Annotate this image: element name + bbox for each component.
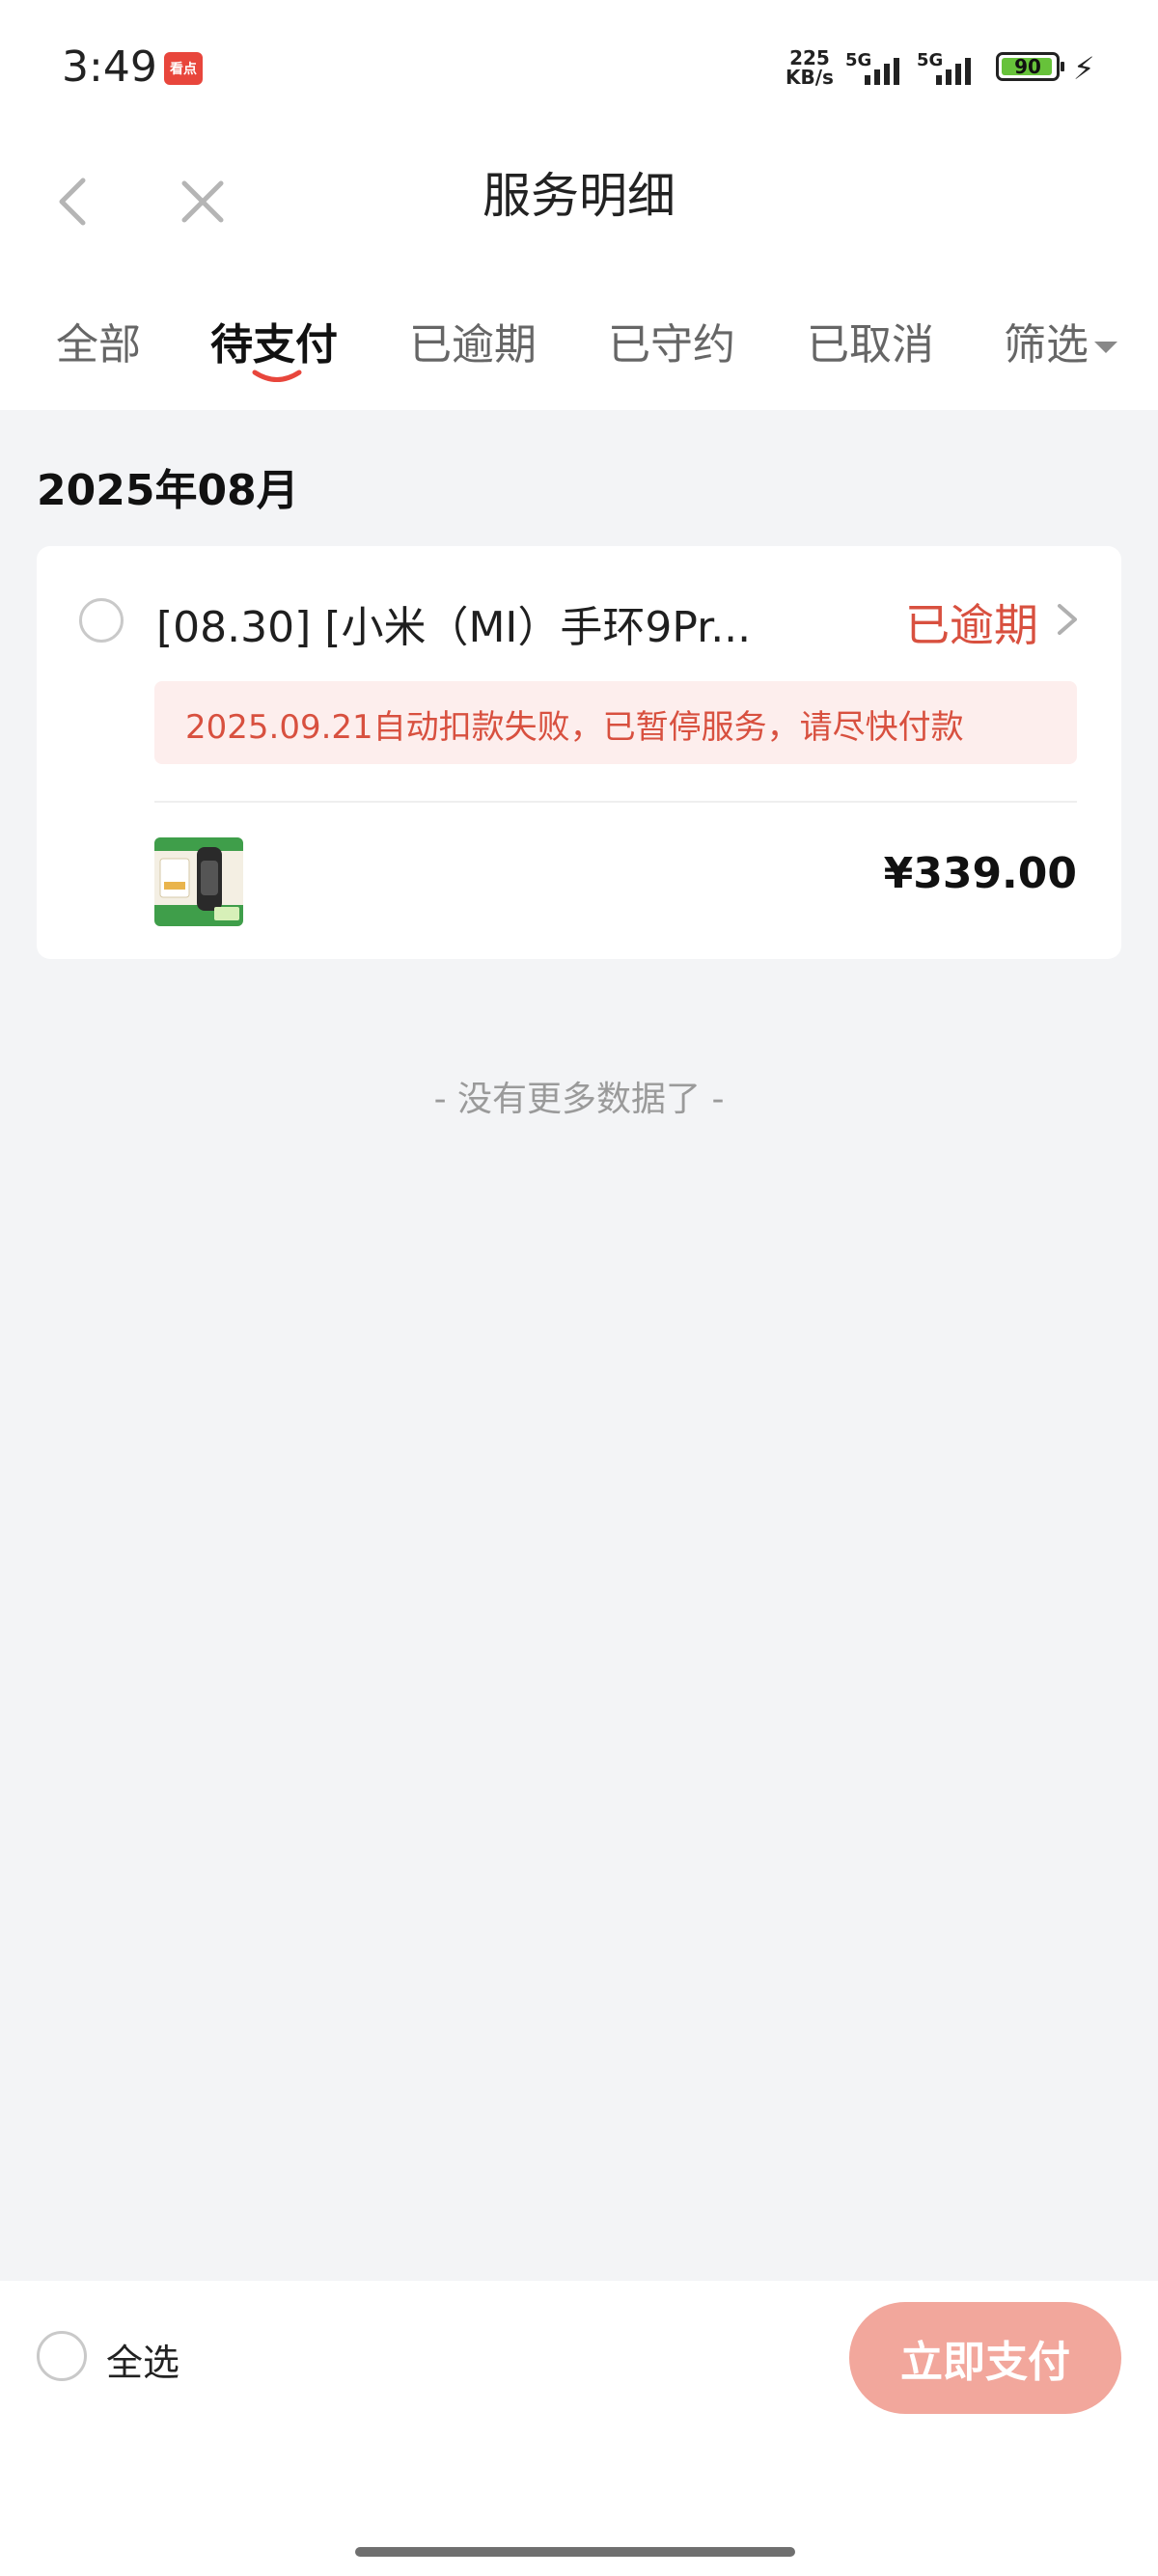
order-select-radio[interactable] xyxy=(79,598,124,643)
signal-strength-icon: 5G xyxy=(917,50,986,85)
order-title: [08.30] [小米（MI）手环9Pr... xyxy=(156,603,752,652)
alert-message: 2025.09.21自动扣款失败，已暂停服务，请尽快付款 xyxy=(185,708,964,747)
list-end-text: - 没有更多数据了 - xyxy=(433,1080,725,1119)
network-speed-value: 225 xyxy=(789,46,830,69)
app-notification-icon: 看点 xyxy=(164,52,203,85)
nav-header: 服务明细 xyxy=(0,140,1158,275)
page-title: 服务明细 xyxy=(482,168,676,224)
network-speed: 225 KB/s xyxy=(786,48,834,87)
home-indicator[interactable] xyxy=(355,2547,795,2557)
filter-button[interactable]: 筛选 xyxy=(1004,310,1117,371)
status-time: 3:49 xyxy=(62,42,157,92)
payment-failure-alert: 2025.09.21自动扣款失败，已暂停服务，请尽快付款 xyxy=(154,681,1077,764)
divider xyxy=(154,801,1077,803)
chevron-right-icon[interactable] xyxy=(1050,602,1085,637)
select-all-label[interactable]: 全选 xyxy=(106,2333,179,2386)
active-tab-indicator xyxy=(252,370,302,382)
tab-cancelled[interactable]: 已取消 xyxy=(807,310,934,371)
smart-band-image-icon xyxy=(154,837,243,926)
product-thumbnail[interactable] xyxy=(154,837,243,926)
filter-label: 筛选 xyxy=(1004,320,1089,370)
select-all-radio[interactable] xyxy=(37,2331,87,2381)
tab-all[interactable]: 全部 xyxy=(56,310,141,371)
tab-overdue[interactable]: 已逾期 xyxy=(409,310,537,371)
battery-icon: 90 xyxy=(996,52,1064,81)
status-tabs: 全部 待支付 已逾期 已守约 已取消 筛选 xyxy=(0,275,1158,410)
order-price: ¥339.00 xyxy=(883,849,1077,898)
order-card[interactable]: [08.30] [小米（MI）手环9Pr... 已逾期 2025.09.21自动… xyxy=(37,546,1121,959)
battery-level: 90 xyxy=(1014,55,1041,78)
charging-icon: ⚡ xyxy=(1073,50,1095,87)
bottom-action-bar: 全选 立即支付 xyxy=(0,2281,1158,2576)
caret-down-icon xyxy=(1094,342,1117,353)
signal-strength-icon: 5G xyxy=(845,50,915,85)
network-speed-unit: KB/s xyxy=(786,66,834,89)
month-header: 2025年08月 xyxy=(37,466,299,515)
tab-pending-payment[interactable]: 待支付 xyxy=(210,310,338,371)
tab-kept[interactable]: 已守约 xyxy=(608,310,735,371)
order-status: 已逾期 xyxy=(905,599,1038,651)
status-bar: 3:49 看点 225 KB/s 5G 5G 90 ⚡ xyxy=(0,0,1158,140)
pay-now-button[interactable]: 立即支付 xyxy=(849,2302,1121,2414)
